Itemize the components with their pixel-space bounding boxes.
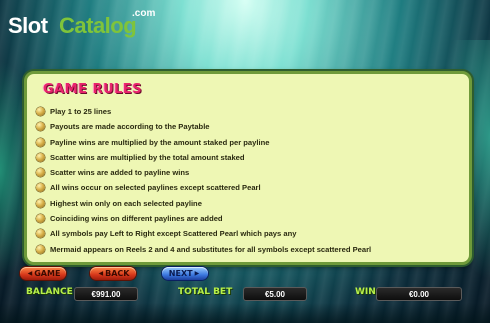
rule-text: All wins occur on selected paylines exce… — [50, 183, 261, 193]
rule-text: Payouts are made according to the Paytab… — [50, 122, 210, 132]
total-bet-value: €5.00 — [243, 287, 307, 301]
arrow-right-icon: ▶ — [194, 270, 200, 277]
rule-item: Coinciding wins on different paylines ar… — [33, 211, 463, 226]
rule-text: Scatter wins are added to payline wins — [50, 168, 190, 178]
total-bet-label: TOTAL BET — [178, 287, 233, 297]
pearl-bullet-icon — [36, 214, 45, 224]
logo-catalog-text: Catalog — [59, 13, 137, 38]
slotcatalog-logo: Slot Catalog .com — [8, 6, 158, 40]
win-label: WIN — [355, 287, 376, 297]
rule-text: Payline wins are multiplied by the amoun… — [50, 137, 270, 147]
balance-value: €991.00 — [74, 287, 138, 301]
next-button[interactable]: NEXT ▶ — [162, 267, 208, 280]
rule-text: Play 1 to 25 lines — [50, 107, 112, 116]
rule-item: All wins occur on selected paylines exce… — [33, 180, 463, 195]
rule-text: All symbols pay Left to Right except Sca… — [50, 229, 297, 239]
logo-com-text: .com — [132, 8, 156, 19]
pearl-bullet-icon — [36, 137, 45, 147]
rule-item: Payouts are made according to the Paytab… — [33, 119, 463, 134]
pearl-bullet-icon — [36, 244, 45, 254]
pearl-bullet-icon — [36, 107, 45, 116]
rule-text: Mermaid appears on Reels 2 and 4 and sub… — [50, 244, 372, 254]
pearl-bullet-icon — [36, 168, 45, 178]
rule-item: Mermaid appears on Reels 2 and 4 and sub… — [33, 242, 463, 257]
pearl-bullet-icon — [36, 152, 45, 162]
rule-item: Payline wins are multiplied by the amoun… — [33, 135, 463, 150]
rule-item: Play 1 to 25 lines — [33, 104, 463, 119]
rule-item: Highest win only on each selected paylin… — [33, 196, 463, 211]
rules-list: Play 1 to 25 lines Payouts are made acco… — [33, 104, 463, 257]
rule-item: Scatter wins are multiplied by the total… — [33, 150, 463, 165]
bottom-strip — [0, 303, 490, 323]
arrow-left-icon: ◀ — [98, 270, 104, 277]
game-rules-panel: GAME RULES Play 1 to 25 lines Payouts ar… — [24, 71, 472, 265]
rule-text: Scatter wins are multiplied by the total… — [50, 152, 245, 162]
rule-text: Highest win only on each selected paylin… — [50, 198, 202, 208]
pearl-bullet-icon — [36, 229, 45, 239]
balance-label: BALANCE — [26, 287, 73, 297]
panel-title: GAME RULES — [43, 82, 143, 97]
rule-text: Coinciding wins on different paylines ar… — [50, 214, 223, 224]
back-button[interactable]: ◀ BACK — [90, 267, 136, 280]
next-button-label: NEXT — [168, 269, 193, 278]
game-button-label: GAME — [34, 269, 61, 278]
pearl-bullet-icon — [36, 198, 45, 208]
back-button-label: BACK — [105, 269, 130, 278]
pearl-bullet-icon — [36, 122, 45, 132]
win-value: €0.00 — [376, 287, 462, 301]
rule-item: Scatter wins are added to payline wins — [33, 165, 463, 180]
game-button[interactable]: ◀ GAME — [20, 267, 66, 280]
pearl-bullet-icon — [36, 183, 45, 193]
rule-item: All symbols pay Left to Right except Sca… — [33, 226, 463, 241]
arrow-left-icon: ◀ — [27, 270, 33, 277]
logo-slot-text: Slot — [8, 13, 48, 38]
